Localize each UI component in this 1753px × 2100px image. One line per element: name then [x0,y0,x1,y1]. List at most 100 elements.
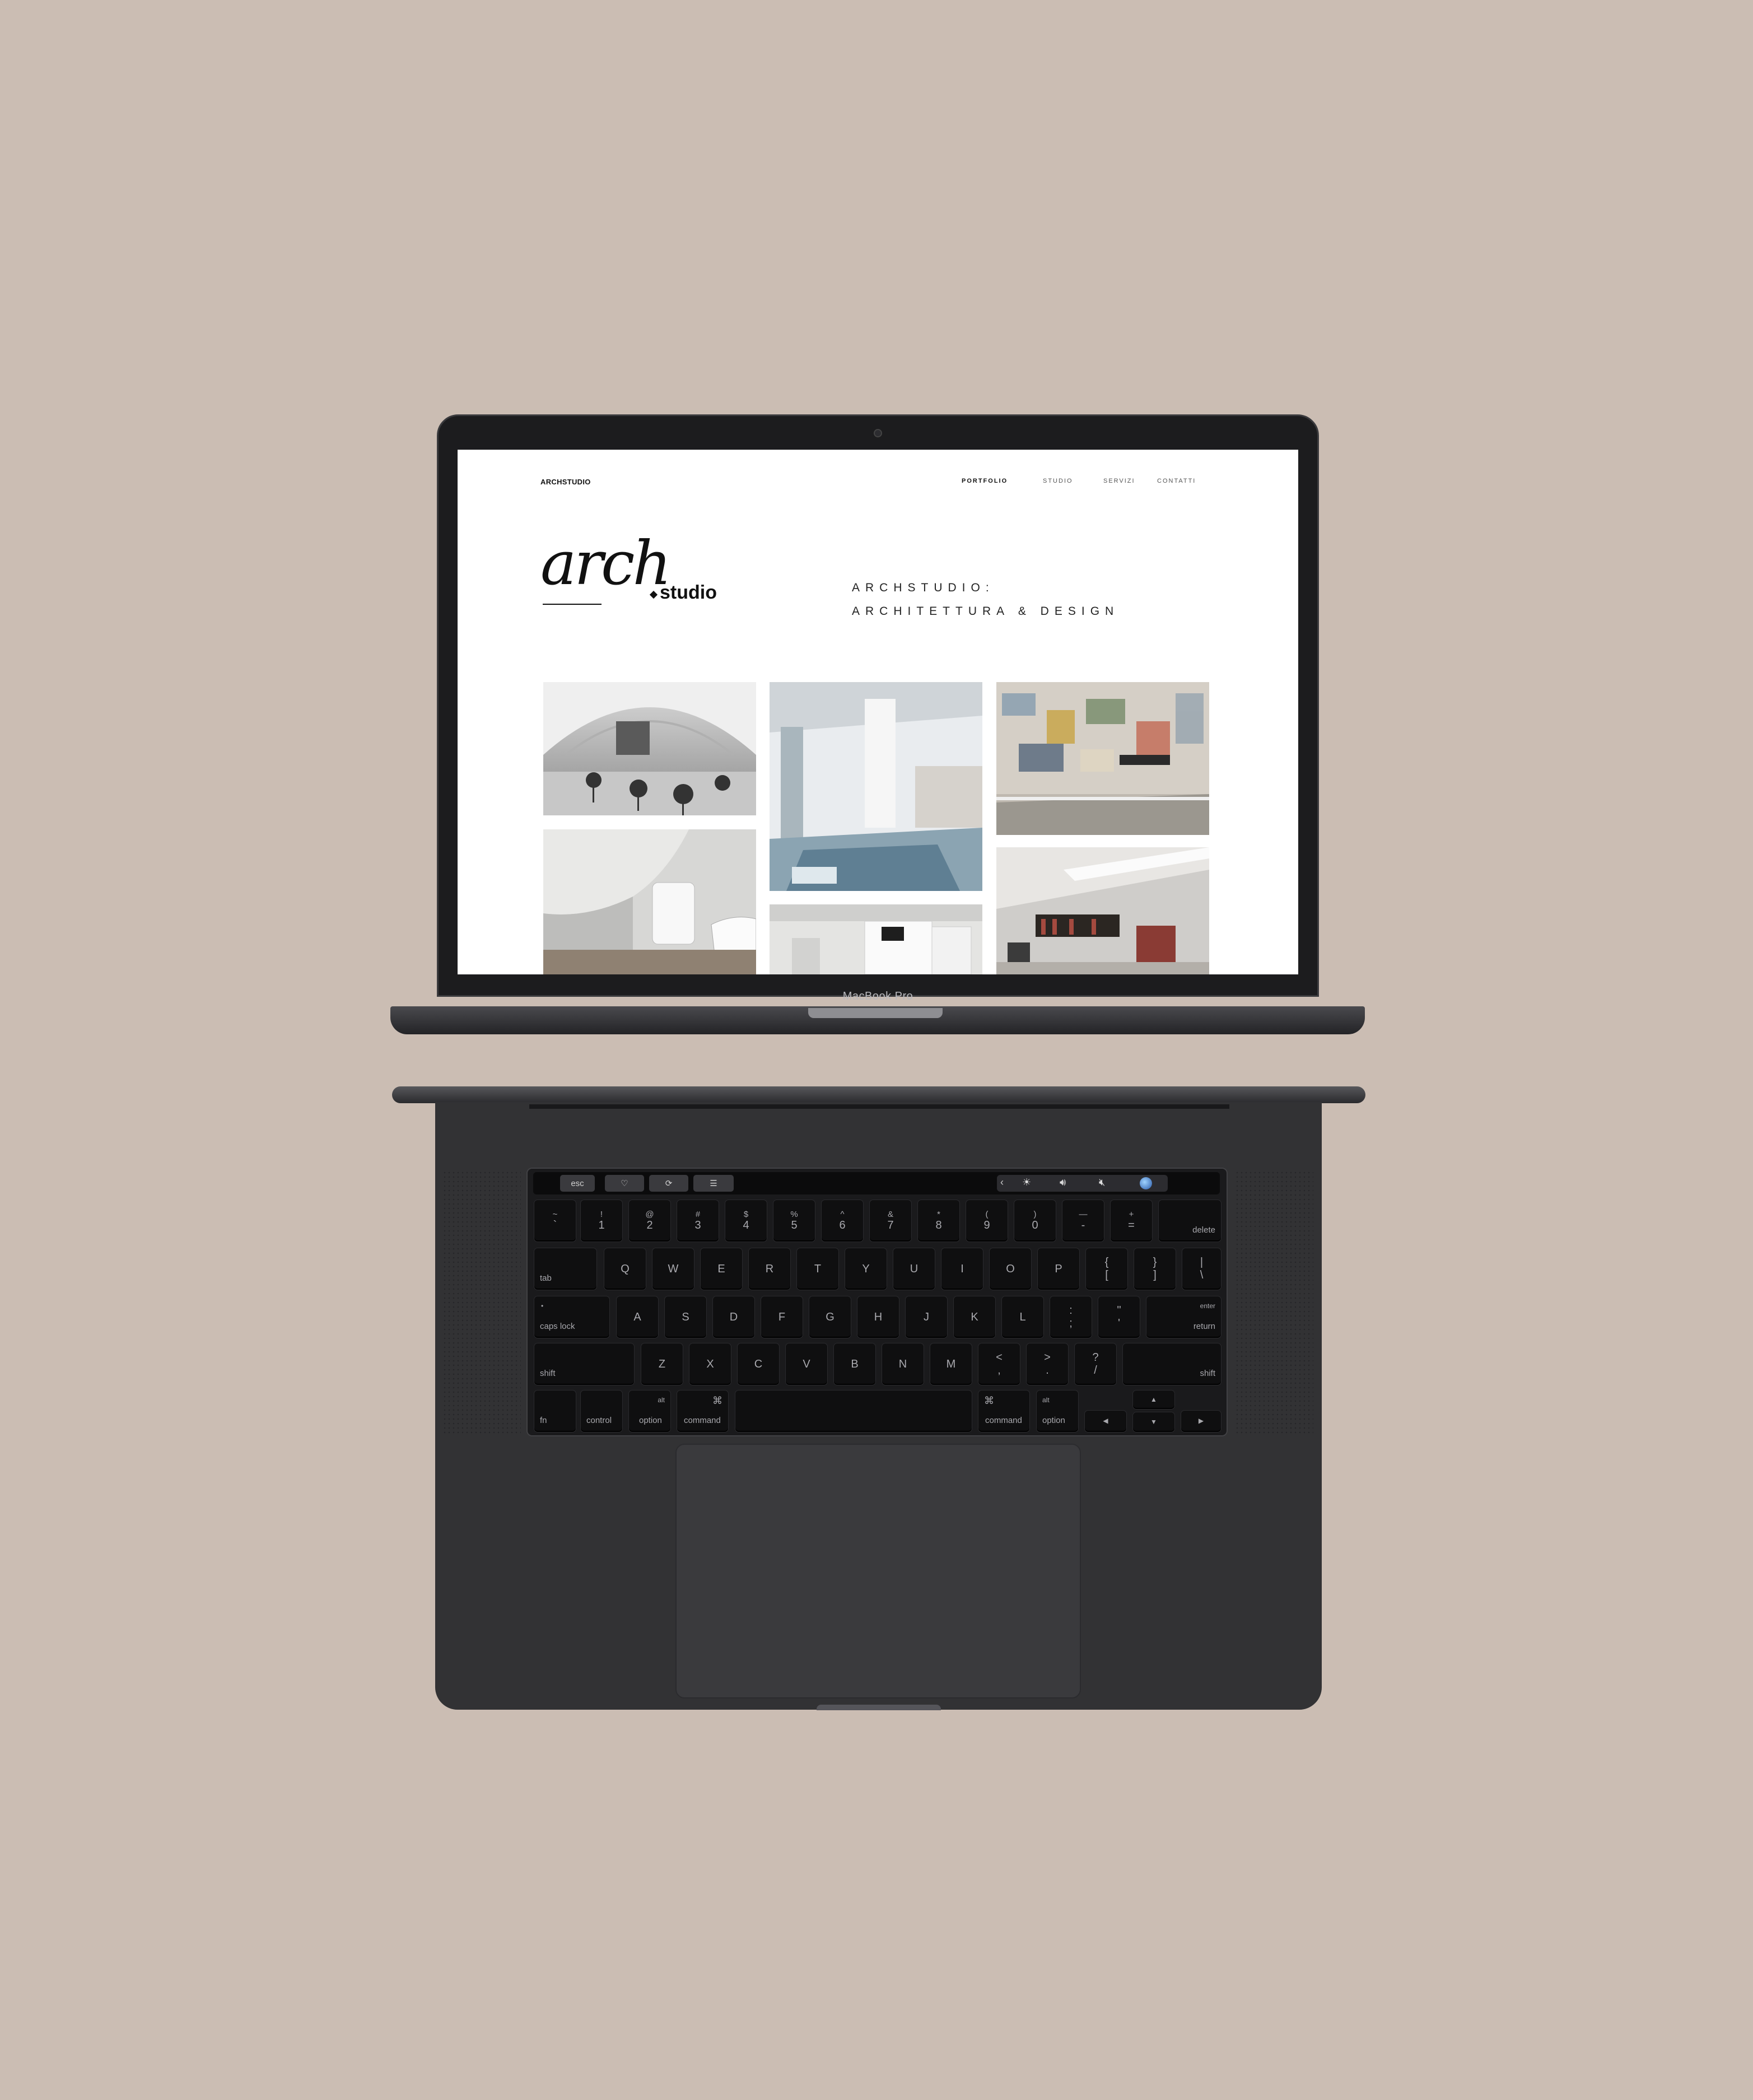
portfolio-tile-vaulted-cafe[interactable] [543,682,756,815]
key-left-option[interactable]: alt option [628,1390,671,1432]
key-b[interactable]: B [833,1343,876,1385]
key-left-bracket-bottom: [ [1105,1269,1108,1281]
key-9[interactable]: (9 [966,1200,1008,1242]
nav-servizi[interactable]: SERVIZI [1103,478,1135,484]
key-3[interactable]: #3 [677,1200,719,1242]
key-o[interactable]: O [989,1248,1032,1290]
touchbar-brightness-icon[interactable]: ☀ [1022,1177,1031,1188]
key-left-command[interactable]: ⌘ command [677,1390,729,1432]
key-grave-bottom: ` [553,1219,557,1232]
key-h[interactable]: H [857,1296,899,1338]
key-g[interactable]: G [809,1296,851,1338]
key-x[interactable]: X [689,1343,731,1385]
touchbar-esc-key[interactable]: esc [560,1175,595,1192]
key-right-command[interactable]: ⌘ command [978,1390,1030,1432]
key-arrow-down[interactable]: ▼ [1132,1412,1175,1432]
key-space[interactable] [735,1390,972,1432]
key-delete[interactable]: delete [1158,1200,1221,1242]
nav-studio[interactable]: STUDIO [1043,478,1073,484]
key-f[interactable]: F [761,1296,803,1338]
key-q[interactable]: Q [604,1248,646,1290]
key-i[interactable]: I [941,1248,983,1290]
portfolio-tile-bathroom[interactable] [543,829,756,974]
key-l[interactable]: L [1001,1296,1044,1338]
key-grave[interactable]: ~ ` [534,1200,576,1242]
key-backslash-bottom: \ [1200,1269,1204,1281]
key-right-bracket[interactable]: }] [1134,1248,1176,1290]
key-c[interactable]: C [737,1343,780,1385]
key-quote[interactable]: " ' [1098,1296,1140,1338]
key-right-option-label: option [1042,1416,1065,1425]
site-brand[interactable]: ARCHSTUDIO [540,478,591,486]
key-y[interactable]: Y [845,1248,887,1290]
key-return[interactable]: enter return [1146,1296,1221,1338]
key-arrow-left[interactable]: ◀ [1084,1410,1127,1432]
key-j[interactable]: J [905,1296,948,1338]
key-left-bracket[interactable]: {[ [1085,1248,1128,1290]
key-right-shift[interactable]: shift [1122,1343,1221,1385]
key-2-top: @ [645,1209,654,1219]
key-4[interactable]: $4 [725,1200,767,1242]
key-p[interactable]: P [1037,1248,1080,1290]
touchbar-control-strip[interactable]: ‹ ☀ 🔊︎ 🔇︎ [997,1175,1168,1192]
key-tab[interactable]: tab [534,1248,597,1290]
key-control[interactable]: control [580,1390,623,1432]
touchbar-volume-icon[interactable]: 🔊︎ [1060,1177,1066,1188]
touchbar-rotate-icon[interactable]: ⟳ [649,1175,688,1192]
key-m[interactable]: M [930,1343,972,1385]
key-period[interactable]: >. [1026,1343,1069,1385]
touchbar-siri-icon[interactable] [1140,1177,1152,1189]
key-a[interactable]: A [616,1296,659,1338]
portfolio-tile-white-kitchen[interactable] [770,904,982,974]
key-e[interactable]: E [700,1248,743,1290]
key-n[interactable]: N [882,1343,924,1385]
caps-lock-indicator-icon: • [541,1302,544,1310]
key-u[interactable]: U [893,1248,935,1290]
key-right-option[interactable]: alt option [1036,1390,1079,1432]
key-v[interactable]: V [785,1343,828,1385]
key-5[interactable]: % 5 [773,1200,815,1242]
key-arrow-up[interactable]: ▲ [1132,1390,1175,1410]
key-t[interactable]: T [796,1248,839,1290]
key-3-bottom: 3 [694,1219,701,1232]
key-0-bottom: 0 [1032,1219,1038,1232]
touchbar-mute-icon[interactable]: 🔇︎ [1099,1177,1105,1188]
key-comma[interactable]: <, [978,1343,1020,1385]
key-arrow-right[interactable]: ▶ [1181,1410,1221,1432]
key-2[interactable]: @2 [628,1200,671,1242]
key-left-shift[interactable]: shift [534,1343,635,1385]
portfolio-tile-bright-atrium[interactable] [770,682,982,891]
touch-bar[interactable]: esc ♡ ⟳ ☰ ‹ ☀ 🔊︎ 🔇︎ [533,1172,1220,1194]
key-slash-top: ? [1092,1351,1099,1364]
key-0[interactable]: ) 0 [1014,1200,1056,1242]
key-k[interactable]: K [953,1296,996,1338]
key-equals-top: + [1129,1209,1134,1219]
touchbar-heart-icon[interactable]: ♡ [605,1175,644,1192]
key-fn-label: fn [540,1416,547,1425]
key-w[interactable]: W [652,1248,694,1290]
nav-contatti[interactable]: CONTATTI [1157,478,1196,484]
key-6[interactable]: ^ 6 [821,1200,864,1242]
nav-portfolio[interactable]: PORTFOLIO [962,478,1008,484]
key-8[interactable]: * 8 [917,1200,960,1242]
touchbar-expand-icon[interactable]: ‹ [1000,1177,1004,1188]
trackpad[interactable] [675,1444,1081,1698]
key-slash[interactable]: ? / [1074,1343,1117,1385]
key-fn[interactable]: fn [534,1390,576,1432]
portfolio-tile-attic-bookshelf[interactable] [996,847,1209,974]
key-7[interactable]: & 7 [869,1200,912,1242]
key-1[interactable]: ! 1 [580,1200,623,1242]
key-semicolon[interactable]: :; [1050,1296,1092,1338]
key-caps-lock[interactable]: • caps lock [534,1296,610,1338]
key-backslash[interactable]: | \ [1182,1248,1221,1290]
key-r[interactable]: R [748,1248,791,1290]
key-equals[interactable]: + = [1110,1200,1153,1242]
site-logo[interactable]: arch studio [540,534,725,612]
touchbar-sliders-icon[interactable]: ☰ [693,1175,734,1192]
key-minus[interactable]: — - [1062,1200,1104,1242]
key-minus-top: — [1079,1209,1088,1219]
key-d[interactable]: D [712,1296,755,1338]
key-z[interactable]: Z [641,1343,683,1385]
key-s[interactable]: S [664,1296,707,1338]
portfolio-tile-poster-wall[interactable] [996,682,1209,835]
